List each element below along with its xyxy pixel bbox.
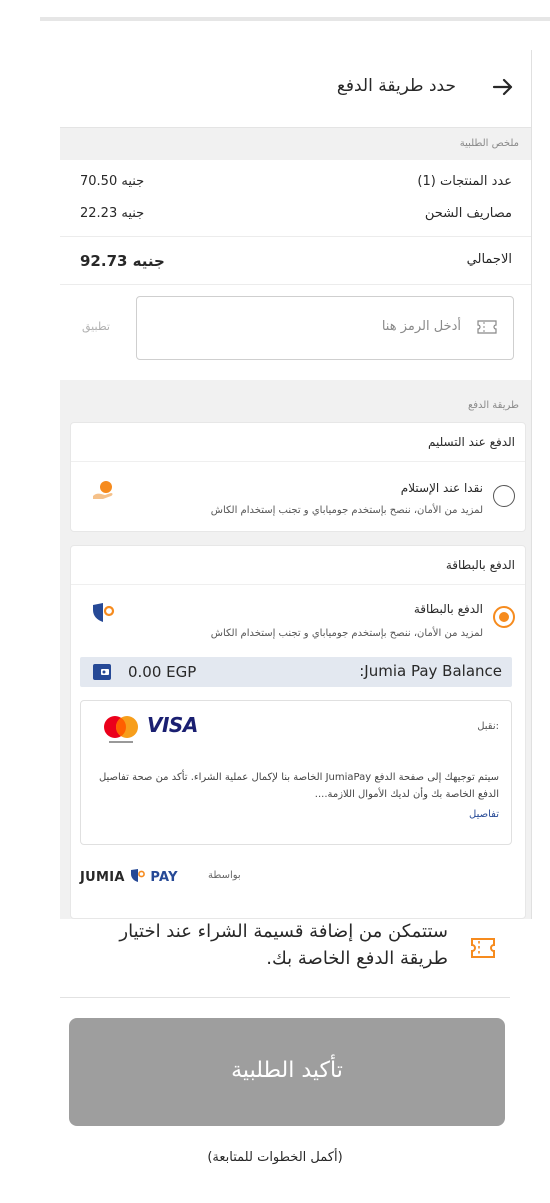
payment-panel: حدد طريقة الدفع ملخص الطلبية عدد المنتجا… (60, 50, 532, 919)
details-link[interactable]: تفاصيل (469, 809, 499, 820)
cash-on-delivery-card: الدفع عند التسليم نقدا عند الإستلام لمزي… (70, 422, 526, 532)
bottom-divider (60, 997, 510, 998)
voucher-notice-text: ستتمكن من إضافة قسيمة الشراء عند اختيار … (119, 921, 448, 969)
confirm-order-label: تأكيد الطلبية (231, 1058, 343, 1083)
coupon-input[interactable]: أدخل الرمز هنا (136, 296, 514, 360)
balance-amount: 0.00 EGP (128, 663, 197, 681)
cod-option-title[interactable]: نقدا عند الإستلام (401, 481, 483, 495)
jumiapay-redirect-note: سيتم توجيهك إلى صفحة الدفع JumiaPay الخا… (98, 772, 499, 800)
order-summary-label: ملخص الطلبية (459, 138, 519, 149)
apply-coupon-button[interactable]: تطبيق (82, 320, 110, 333)
shipping-row: مصاريف الشحن جنيه 22.23 (80, 206, 512, 221)
shipping-label: مصاريف الشحن (424, 206, 512, 221)
cash-icon (93, 481, 113, 499)
voucher-icon (471, 938, 495, 958)
card-separator (71, 584, 525, 585)
card-option-subtitle: لمزيد من الأمان، ننصح بإستخدم جومياباي و… (210, 628, 483, 639)
voucher-icon (477, 320, 497, 334)
top-bar (0, 0, 550, 18)
arrow-right-icon[interactable] (488, 72, 518, 102)
accepted-label: نقبل: (477, 721, 499, 732)
jumia-wordmark: JUMIA (80, 870, 125, 885)
payment-method-label: طريقة الدفع (467, 400, 519, 411)
mastercard-icon (104, 716, 138, 743)
jumiapay-logo: JUMIA PAY (80, 868, 178, 885)
shipping-value: جنيه 22.23 (80, 206, 145, 221)
total-value: جنيه 92.73 (80, 252, 165, 270)
visa-logo: VISA (147, 713, 198, 737)
wallet-icon (93, 664, 111, 680)
jumiapay-shield-icon (130, 869, 145, 882)
items-label: عدد المنتجات (1) (417, 174, 512, 189)
cod-heading: الدفع عند التسليم (427, 435, 515, 449)
items-value: جنيه 70.50 (80, 174, 145, 189)
powered-by-label: بواسطة (208, 870, 241, 881)
page-header: حدد طريقة الدفع (60, 50, 531, 128)
coupon-placeholder: أدخل الرمز هنا (381, 319, 461, 334)
page-title: حدد طريقة الدفع (336, 76, 456, 96)
coupon-divider (60, 284, 531, 285)
voucher-notice: ستتمكن من إضافة قسيمة الشراء عند اختيار … (90, 910, 510, 990)
balance-label: :Jumia Pay Balance (359, 662, 502, 680)
cod-radio[interactable] (493, 485, 515, 507)
confirm-order-button[interactable]: تأكيد الطلبية (69, 1018, 505, 1126)
items-row: عدد المنتجات (1) جنيه 70.50 (80, 174, 512, 189)
powered-by-jumiapay: JUMIA PAY بواسطة (80, 868, 512, 888)
pay-wordmark: PAY (150, 870, 178, 885)
card-heading: الدفع بالبطاقة (445, 558, 515, 572)
jumiapay-shield-icon (93, 603, 115, 622)
accepted-cards-box: VISA نقبل: سيتم توجيهك إلى صفحة الدفع Ju… (80, 700, 512, 845)
card-option-title[interactable]: الدفع بالبطاقة (414, 602, 483, 616)
confirm-hint: (أكمل الخطوات للمتابعة) (207, 1150, 343, 1165)
cod-option-subtitle: لمزيد من الأمان، ننصح بإستخدم جومياباي و… (210, 505, 483, 516)
cod-separator (71, 461, 525, 462)
total-label: الاجمالي (466, 252, 512, 267)
total-row: الاجمالي جنيه 92.73 (80, 252, 512, 270)
summary-divider (60, 236, 531, 237)
card-radio[interactable] (493, 606, 515, 628)
jumiapay-balance: 0.00 EGP :Jumia Pay Balance (80, 657, 512, 687)
